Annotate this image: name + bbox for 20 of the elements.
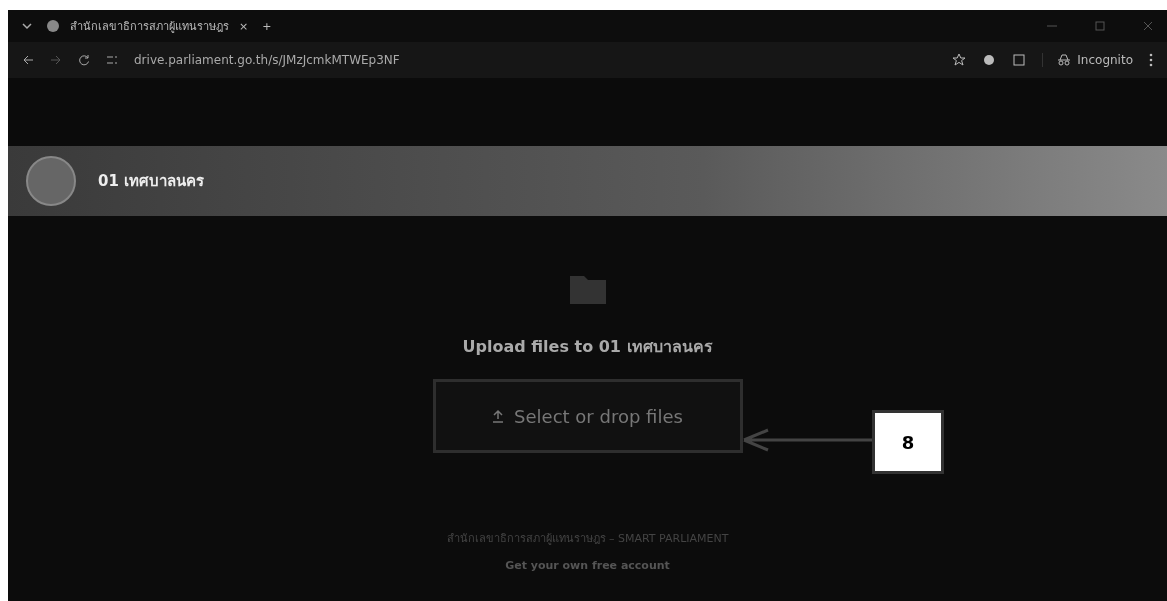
reload-icon[interactable] <box>78 54 90 66</box>
address-bar[interactable]: drive.parliament.go.th/s/JMzJcmkMTWEp3NF <box>134 53 400 67</box>
close-icon[interactable] <box>1143 21 1153 31</box>
folder-title: 01 เทศบาลนคร <box>98 171 205 192</box>
new-tab-button[interactable]: + <box>262 19 272 33</box>
incognito-icon <box>1057 54 1072 66</box>
site-settings-icon[interactable] <box>106 54 118 66</box>
incognito-button[interactable]: Incognito <box>1042 53 1133 67</box>
forward-icon[interactable] <box>50 54 62 66</box>
upload-icon <box>492 409 505 423</box>
tab-title[interactable]: สำนักเลขาธิการสภาผู้แทนราษฎร <box>70 17 229 35</box>
back-icon[interactable] <box>22 54 34 66</box>
star-icon[interactable] <box>952 53 967 67</box>
close-tab-button[interactable]: × <box>239 19 249 33</box>
select-files-button[interactable]: Select or drop files <box>432 379 743 453</box>
chevron-down-icon[interactable] <box>22 22 32 30</box>
menu-icon[interactable] <box>1149 53 1153 67</box>
folder-icon <box>569 274 606 304</box>
upload-heading: Upload files to 01 เทศบาลนคร <box>462 336 713 358</box>
callout-label: 8 <box>872 410 944 474</box>
